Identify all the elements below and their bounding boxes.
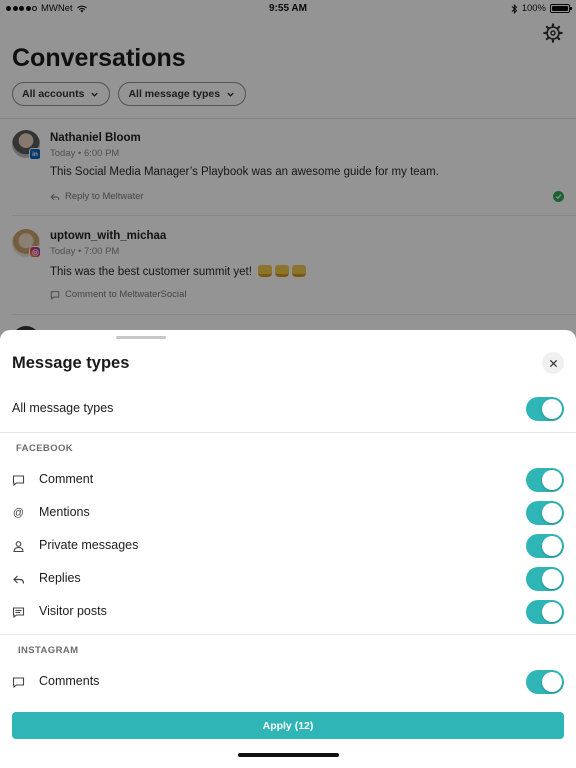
person-icon [12, 540, 25, 553]
message-type-label: Comments [39, 674, 100, 688]
message-type-label: Private messages [39, 538, 139, 552]
close-icon [549, 359, 557, 367]
message-type-row-private-messages: Private messages [0, 533, 576, 559]
close-button[interactable] [542, 352, 564, 374]
visitor-posts-toggle[interactable] [526, 600, 564, 624]
instagram-section-header: INSTAGRAM [18, 645, 79, 656]
message-types-sheet: Message types All message types FACEBOOK… [0, 330, 576, 768]
section-divider [0, 634, 576, 635]
all-message-types-row: All message types [0, 396, 576, 422]
comments-toggle[interactable] [526, 670, 564, 694]
facebook-section-header: FACEBOOK [16, 443, 74, 454]
message-type-label: Comment [39, 472, 94, 486]
all-message-types-label: All message types [12, 401, 114, 415]
private-messages-toggle[interactable] [526, 534, 564, 558]
post-icon [12, 606, 25, 619]
sheet-title: Message types [12, 354, 130, 372]
replies-toggle[interactable] [526, 567, 564, 591]
all-message-types-toggle[interactable] [526, 397, 564, 421]
comment-icon [12, 474, 25, 487]
message-type-label: Replies [39, 571, 81, 585]
mentions-toggle[interactable] [526, 501, 564, 525]
section-divider [0, 432, 576, 433]
message-type-row-replies: Replies [0, 566, 576, 592]
sheet-grabber[interactable] [116, 336, 166, 339]
message-type-label: Visitor posts [39, 604, 107, 618]
home-indicator [238, 753, 339, 757]
comment-toggle[interactable] [526, 468, 564, 492]
message-type-row-visitor-posts: Visitor posts [0, 599, 576, 625]
message-type-row-comment: Comment [0, 467, 576, 493]
message-type-row-mentions: @ Mentions [0, 500, 576, 526]
comment-icon [12, 676, 25, 689]
message-type-label: Mentions [39, 505, 90, 519]
apply-button[interactable]: Apply (12) [12, 712, 564, 739]
at-icon: @ [12, 507, 25, 519]
message-type-row-comments: Comments [0, 669, 576, 695]
reply-icon [12, 573, 25, 586]
